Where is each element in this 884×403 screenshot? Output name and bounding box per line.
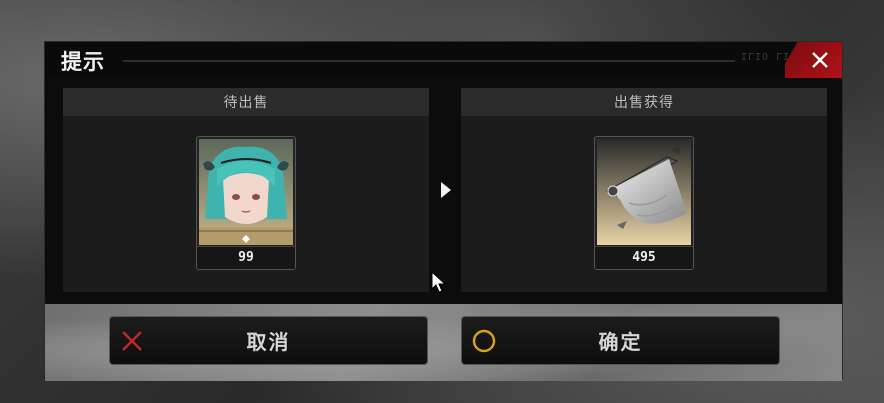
- flag-banner-material-icon: [597, 139, 691, 245]
- pending-item-quantity: 99: [197, 246, 295, 269]
- title-divider: [123, 60, 735, 62]
- cursor-icon: [431, 271, 447, 293]
- cancel-button[interactable]: 取消: [109, 316, 428, 365]
- x-cross-icon: [122, 331, 142, 351]
- close-icon: [812, 52, 828, 68]
- sale-gain-panel: 出售获得 495: [461, 88, 827, 292]
- cancel-button-label: 取消: [246, 330, 291, 354]
- confirm-button[interactable]: 确定: [461, 316, 780, 365]
- pending-sale-header: 待出售: [63, 88, 429, 116]
- circle-icon: [472, 329, 496, 353]
- dialog-title: 提示: [61, 50, 105, 74]
- pending-item-card[interactable]: 99: [196, 136, 296, 270]
- pending-sale-panel: 待出售 99: [63, 88, 429, 292]
- dialog-footer: 取消 确定: [45, 304, 842, 381]
- gain-item-quantity: 495: [595, 246, 693, 269]
- close-button[interactable]: [785, 42, 842, 78]
- character-portrait-icon: [199, 139, 293, 245]
- confirm-button-label: 确定: [598, 330, 643, 354]
- sale-gain-header: 出售获得: [461, 88, 827, 116]
- gain-item-card[interactable]: 495: [594, 136, 694, 270]
- arrow-right-icon: [441, 182, 451, 198]
- dialog-title-bar: 提示 ΙΓΙΟ ΓΙ ΙΚ: [45, 42, 842, 78]
- sell-confirm-dialog: 提示 ΙΓΙΟ ΓΙ ΙΚ 待出售 99 出售获得 495 取消 确定: [44, 41, 843, 381]
